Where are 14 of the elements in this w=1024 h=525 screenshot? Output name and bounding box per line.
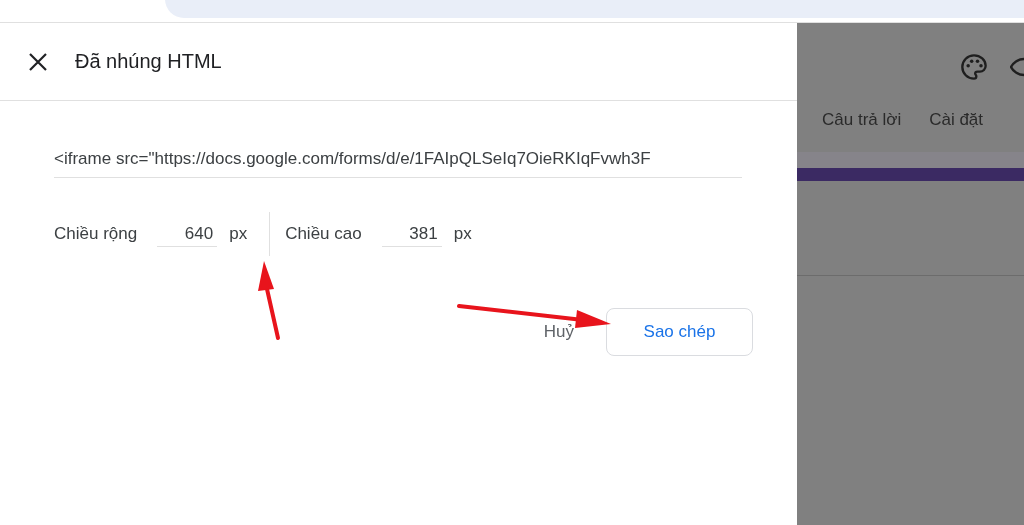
field-label: Chiều rộng	[54, 224, 138, 244]
size-input[interactable]: 640	[157, 221, 218, 247]
cancel-button[interactable]: Huỷ	[543, 322, 574, 342]
embed-code-field[interactable]: <iframe src="https://docs.google.com/forms/d/e/1FAIpQLSeIq7OieRKIqFvwh3F	[54, 145, 742, 178]
tab[interactable]: Câu trả lời	[822, 110, 902, 152]
field-label: Chiều cao	[285, 224, 362, 244]
unit-label: px	[453, 224, 472, 244]
tab[interactable]: Cài đặt	[929, 110, 984, 152]
copy-button[interactable]: Sao chép	[606, 308, 753, 356]
unit-label: px	[229, 224, 248, 244]
palette-icon[interactable]	[960, 53, 988, 81]
size-input[interactable]: 381	[381, 221, 442, 247]
close-icon[interactable]	[28, 51, 48, 72]
dialog-title: Đã nhúng HTML	[75, 50, 222, 73]
